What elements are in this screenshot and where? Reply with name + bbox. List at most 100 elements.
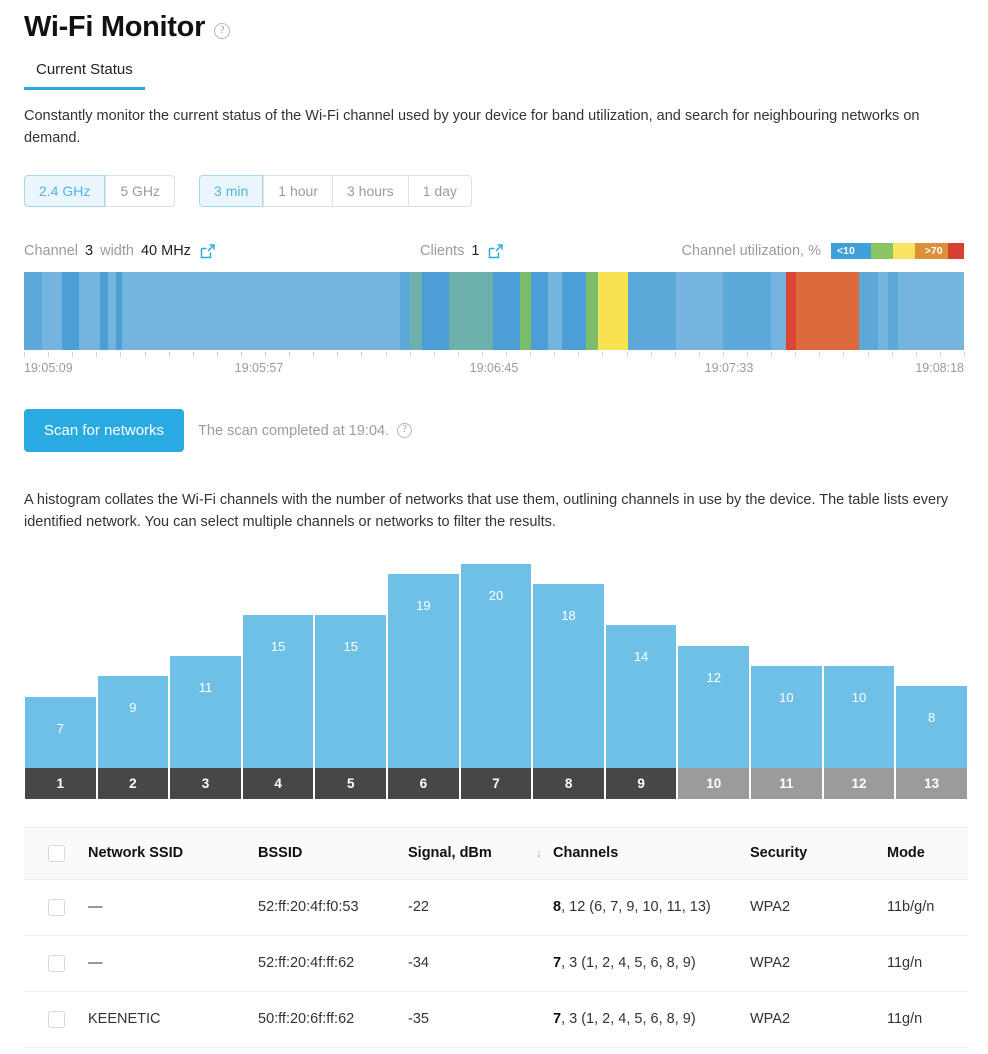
histogram-channel-label[interactable]: 9 (605, 767, 677, 799)
column-header-signal[interactable]: Signal, dBm ↓ (408, 826, 553, 880)
histogram-bar-value: 10 (851, 689, 867, 705)
histogram-column[interactable]: 19 6 (387, 564, 460, 799)
width-label: width (100, 243, 134, 260)
histogram-channel-label[interactable]: 13 (896, 767, 967, 799)
histogram-bar[interactable]: 15 (242, 614, 314, 768)
cell-channels: 7, 3 (1, 2, 4, 5, 6, 8, 9) (553, 991, 750, 1048)
axis-tick (915, 352, 917, 358)
histogram-bar[interactable]: 8 (896, 686, 967, 768)
axis-tick (602, 352, 604, 358)
histogram-column[interactable]: 14 9 (605, 564, 678, 799)
axis-tick (578, 352, 580, 358)
histogram-bar[interactable]: 19 (388, 574, 459, 768)
tab-current-status[interactable]: Current Status (24, 61, 145, 90)
utilization-segment (399, 272, 410, 351)
utilization-bar[interactable] (24, 272, 964, 351)
histogram-column[interactable]: 12 10 (677, 564, 750, 799)
utilization-segment (676, 272, 724, 351)
period-option-1day[interactable]: 1 day (408, 175, 472, 208)
utilization-segment (99, 272, 109, 351)
column-header-security[interactable]: Security (750, 826, 887, 880)
histogram-column[interactable]: 20 7 (460, 563, 533, 799)
period-option-3min[interactable]: 3 min (199, 175, 264, 208)
histogram-column[interactable]: 15 5 (314, 564, 387, 799)
axis-tick (506, 352, 508, 358)
utilization-segment (585, 272, 599, 351)
histogram-column[interactable]: 10 12 (823, 564, 896, 799)
column-header-mode[interactable]: Mode (887, 826, 968, 880)
scan-status-text: The scan completed at 19:04. (198, 422, 390, 439)
axis-tick (289, 352, 291, 358)
row-checkbox[interactable] (48, 954, 65, 972)
histogram-bar[interactable]: 7 (25, 696, 96, 768)
histogram-bar[interactable]: 14 (605, 625, 677, 768)
histogram-channel-label[interactable]: 1 (25, 767, 96, 799)
channel-value: 3 (85, 243, 94, 260)
histogram-column[interactable]: 71 (24, 564, 97, 799)
histogram-channel-label[interactable]: 5 (315, 767, 387, 799)
scan-for-networks-button[interactable]: Scan for networks (24, 409, 185, 453)
scan-row: Scan for networks The scan completed at … (24, 409, 964, 453)
histogram-channel-label[interactable]: 8 (533, 767, 604, 799)
utilization-segment (42, 272, 53, 351)
axis-tick (554, 352, 556, 358)
band-option-2-4ghz[interactable]: 2.4 GHz (24, 175, 106, 208)
utilization-segment (628, 272, 677, 351)
histogram-bar[interactable]: 10 (823, 665, 895, 768)
histogram-channel-label[interactable]: 6 (388, 767, 459, 799)
axis-tick (313, 352, 315, 358)
column-header-channels[interactable]: Channels (553, 826, 750, 880)
axis-tick (457, 352, 459, 358)
histogram-bar[interactable]: 18 (533, 584, 604, 768)
cell-mode: 11g/n (887, 991, 968, 1048)
histogram-bar[interactable]: 9 (97, 676, 169, 768)
cell-channel-rest: , 12 (6, 7, 9, 10, 11, 13) (561, 899, 711, 916)
row-checkbox[interactable] (48, 1010, 65, 1028)
axis-tick (795, 352, 797, 358)
select-all-checkbox[interactable] (48, 844, 65, 862)
axis-tick (891, 352, 893, 358)
table-row[interactable]: —52:ff:20:4f:ff:62 -34 7, 3 (1, 2, 4, 5, 6… (24, 935, 968, 992)
utilization-segment (723, 272, 772, 351)
axis-tick (144, 352, 146, 358)
axis-tick (96, 352, 98, 358)
histogram-column[interactable]: 8 13 (895, 564, 968, 799)
histogram-column[interactable]: 92 (97, 564, 170, 799)
row-checkbox[interactable] (48, 898, 65, 916)
period-option-3hours[interactable]: 3 hours (332, 175, 409, 208)
histogram-bar[interactable]: 11 (170, 655, 241, 768)
band-option-5ghz[interactable]: 5 GHz (105, 175, 176, 208)
histogram-bar[interactable]: 20 (460, 563, 532, 768)
histogram-bar[interactable]: 10 (751, 665, 822, 768)
histogram-channel-label[interactable]: 2 (97, 767, 169, 799)
histogram-channel-label[interactable]: 4 (242, 767, 314, 799)
histogram-channel-label[interactable]: 12 (823, 767, 895, 799)
legend-segment-green (871, 243, 894, 260)
time-axis-label: 19:06:45 (469, 361, 519, 376)
histogram-column[interactable]: 15 4 (242, 564, 315, 799)
histogram-channel-label[interactable]: 7 (460, 767, 532, 799)
histogram-bar[interactable]: 12 (678, 645, 750, 768)
question-circle-icon[interactable]: ? (214, 22, 231, 39)
histogram-channel-label[interactable]: 10 (678, 767, 750, 799)
histogram-column[interactable]: 10 11 (750, 564, 823, 799)
external-link-icon-clients[interactable] (487, 243, 504, 260)
axis-tick (409, 352, 411, 358)
sort-descending-icon[interactable]: ↓ (492, 845, 543, 860)
histogram-column[interactable]: 18 8 (532, 564, 605, 799)
histogram-channel-label[interactable]: 3 (170, 767, 241, 799)
histogram-bar[interactable]: 15 (315, 614, 387, 768)
scan-status: The scan completed at 19:04. ? (198, 422, 413, 439)
cell-ssid: KEENETIC (88, 991, 258, 1048)
period-option-1hour[interactable]: 1 hour (263, 175, 333, 208)
question-circle-icon-scan[interactable]: ? (397, 423, 413, 439)
histogram-column[interactable]: 11 3 (169, 564, 242, 799)
external-link-icon-width[interactable] (199, 243, 216, 260)
table-row[interactable]: KEENETIC 50:ff:20:6f:ff:62 -35 7, 3 (1, 2, … (24, 991, 968, 1048)
column-header-bssid[interactable]: BSSID (258, 826, 408, 880)
histogram-channel-label[interactable]: 11 (751, 767, 822, 799)
table-row[interactable]: —52:ff:20:4f:f0:53 -22 8, 12 (6, 7, 9, 10,… (24, 879, 968, 936)
utilization-segment (24, 272, 43, 351)
column-header-ssid[interactable]: Network SSID (88, 826, 258, 880)
histogram-bar-value: 18 (561, 608, 576, 624)
